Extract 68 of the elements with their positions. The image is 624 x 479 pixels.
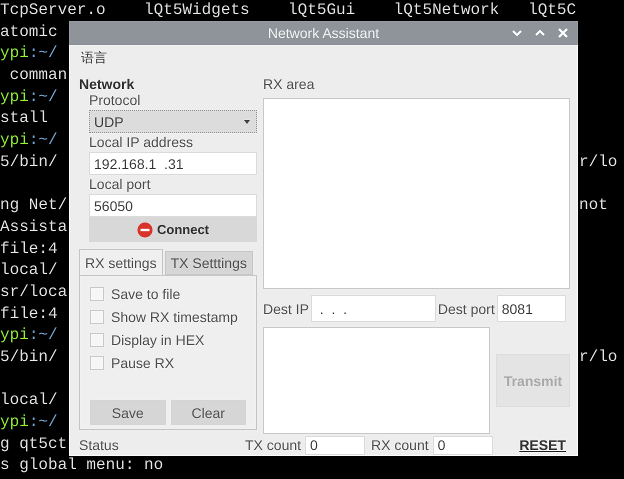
terminal-text: atomic [0, 22, 58, 43]
field-label: RX count [371, 437, 429, 453]
count-field[interactable]: 0 [305, 436, 366, 454]
terminal-text: :~/ [28, 412, 58, 434]
terminal-text: :~/ [28, 86, 58, 108]
input-field[interactable]: 192.168.1 .31 [89, 152, 257, 175]
checkbox[interactable] [90, 356, 104, 370]
rx-text-area[interactable] [263, 98, 570, 289]
terminal-text: Assista [0, 216, 68, 238]
terminal-text: ng Net/ [0, 195, 68, 216]
terminal-text: 5/bin/ [0, 152, 58, 173]
terminal-text: :~/ [28, 43, 58, 64]
checkbox-label: Show RX timestamp [111, 309, 238, 325]
checkbox[interactable] [90, 333, 104, 347]
terminal-text: ypi [0, 130, 29, 152]
terminal-text: r/lo [579, 347, 618, 368]
terminal-text: not [579, 195, 608, 216]
tx-text-area[interactable] [263, 327, 490, 434]
close-icon[interactable] [558, 28, 568, 38]
reset-button[interactable]: RESET [517, 437, 568, 453]
checkbox[interactable] [90, 310, 104, 324]
protocol-dropdown[interactable]: UDP [89, 110, 257, 133]
checkbox-label: Display in HEX [111, 332, 204, 348]
maximize-icon[interactable] [535, 29, 545, 37]
input-field[interactable]: . . . [310, 295, 436, 322]
terminal-text: comman [8, 65, 68, 86]
panel-button[interactable]: Clear [170, 400, 246, 425]
field-label: Dest port [438, 300, 495, 316]
caret-icon [244, 120, 250, 124]
status-label: Status [79, 437, 120, 453]
terminal-text: ypi [0, 43, 29, 64]
terminal-text: 5/bin/ [0, 347, 58, 368]
terminal-text: file:4 [0, 304, 58, 325]
window-title: Network Assistant [268, 25, 380, 41]
terminal-text: ypi [0, 86, 29, 108]
field-label: Local port [89, 175, 152, 194]
terminal-text: stall [0, 108, 48, 130]
terminal-text: ypi [0, 412, 29, 434]
checkbox-label: Save to file [111, 286, 180, 302]
tab[interactable]: RX settings [79, 249, 163, 275]
checkbox-label: Pause RX [111, 355, 174, 371]
terminal-text: s global menu: no [0, 455, 164, 476]
terminal-text: sr/loca [0, 282, 68, 303]
terminal-text: r/lo [579, 152, 618, 173]
terminal-text: TcpServer.o lQt5Widgets lQt5Gui lQt5Network lQt5C [0, 0, 576, 21]
terminal-text: local/ [0, 390, 58, 412]
terminal-text: :~/ [28, 130, 58, 152]
stop-icon [137, 222, 153, 238]
minimize-icon[interactable] [512, 29, 522, 37]
connect-button[interactable]: Connect [89, 217, 257, 242]
checkbox[interactable] [90, 287, 104, 301]
panel-button[interactable]: Save [90, 400, 166, 425]
field-label: Local IP address [89, 133, 194, 152]
input-field[interactable]: 8081 [496, 295, 566, 322]
terminal-text: g qt5ct [0, 434, 68, 455]
terminal-text: local/ [0, 260, 58, 282]
input-field[interactable]: 56050 [89, 194, 257, 217]
field-label: TX count [245, 437, 302, 453]
terminal-text: ypi [0, 325, 29, 346]
terminal-text: :~/ [28, 325, 58, 346]
menu-item[interactable]: 语言 [81, 51, 107, 66]
tab[interactable]: TX Setttings [164, 251, 253, 275]
section-title: Network [79, 77, 136, 91]
field-label: Dest IP [263, 300, 309, 316]
count-field[interactable]: 0 [432, 436, 493, 454]
field-label: RX area [263, 77, 316, 91]
terminal-text: file:4 [0, 238, 58, 260]
field-label: Protocol [89, 91, 142, 110]
